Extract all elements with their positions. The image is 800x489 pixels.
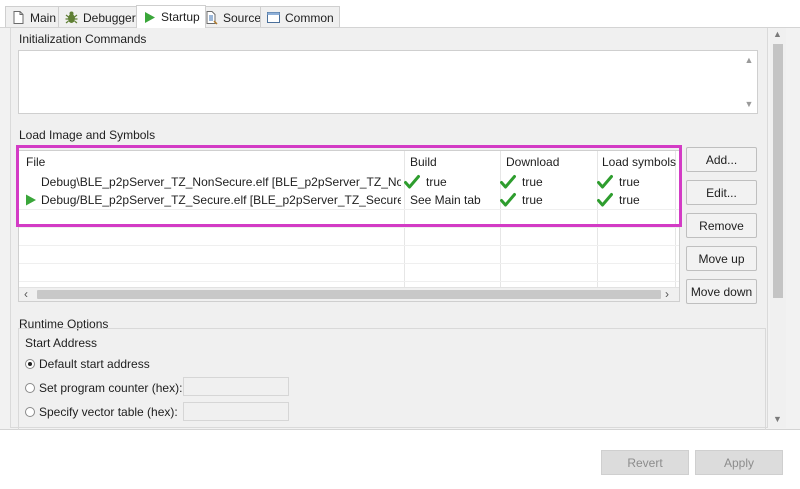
scroll-up-icon[interactable]: ▲ xyxy=(745,55,754,65)
move-up-button[interactable]: Move up xyxy=(686,246,757,271)
init-commands-scrollbar[interactable]: ▲ ▼ xyxy=(741,51,757,113)
revert-button[interactable]: Revert xyxy=(601,450,689,475)
radio-button[interactable] xyxy=(25,359,35,369)
tab-label: Common xyxy=(285,10,334,25)
window-icon xyxy=(266,10,281,25)
checkmark-icon xyxy=(404,175,420,189)
checkmark-icon xyxy=(597,193,613,207)
column-header-download[interactable]: Download xyxy=(506,153,591,171)
checkmark-icon xyxy=(500,175,516,189)
option-label: Default start address xyxy=(39,357,150,371)
column-header-file[interactable]: File xyxy=(26,153,396,171)
table-row[interactable]: Debug/BLE_p2pServer_TZ_Secure.elf [BLE_p… xyxy=(19,191,679,209)
scrollbar-thumb[interactable] xyxy=(773,44,783,298)
checkmark-icon xyxy=(500,193,516,207)
scroll-down-icon[interactable]: ▼ xyxy=(773,414,782,424)
row-download-cell: true xyxy=(500,191,596,209)
apply-button[interactable]: Apply xyxy=(695,450,783,475)
scroll-left-icon[interactable]: ‹ xyxy=(24,287,28,301)
column-header-build[interactable]: Build xyxy=(410,153,495,171)
row-load-symbols: true xyxy=(619,193,640,207)
source-icon xyxy=(204,10,219,25)
file-icon xyxy=(11,10,26,25)
tab-label: Main xyxy=(30,10,57,25)
tab-label: Startup xyxy=(161,10,200,24)
edit-button[interactable]: Edit... xyxy=(686,180,757,205)
program-counter-field[interactable] xyxy=(183,377,289,396)
bug-icon xyxy=(64,10,79,25)
tab-label: Debugger xyxy=(83,10,136,25)
tab-startup[interactable]: Startup xyxy=(136,5,206,28)
scrollbar-thumb[interactable] xyxy=(37,290,661,299)
tab-main[interactable]: Main xyxy=(5,6,63,28)
scroll-right-icon[interactable]: › xyxy=(665,287,669,301)
remove-button[interactable]: Remove xyxy=(686,213,757,238)
init-commands-label: Initialization Commands xyxy=(19,32,147,46)
load-image-label: Load Image and Symbols xyxy=(19,128,156,142)
add-button[interactable]: Add... xyxy=(686,147,757,172)
row-download: true xyxy=(522,193,543,207)
table-header: File Build Download Load symbols xyxy=(19,153,679,171)
play-icon xyxy=(142,10,157,25)
row-build: true xyxy=(426,175,447,189)
default-start-address-option[interactable]: Default start address xyxy=(25,357,150,371)
specify-vector-table-option[interactable]: Specify vector table (hex): xyxy=(25,405,178,419)
tab-common[interactable]: Common xyxy=(260,6,340,28)
move-down-button[interactable]: Move down xyxy=(686,279,757,304)
row-load-symbols-cell: true xyxy=(597,173,675,191)
row-load-symbols-cell: true xyxy=(597,191,675,209)
option-label: Set program counter (hex): xyxy=(39,381,183,395)
load-image-table[interactable]: File Build Download Load symbols Debug\B… xyxy=(18,150,680,302)
checkmark-icon xyxy=(597,175,613,189)
radio-button[interactable] xyxy=(25,383,35,393)
table-horizontal-scrollbar[interactable]: ‹ › xyxy=(19,287,679,301)
scroll-down-icon[interactable]: ▼ xyxy=(745,99,754,109)
row-build: See Main tab xyxy=(410,193,481,207)
set-program-counter-option[interactable]: Set program counter (hex): xyxy=(25,381,182,395)
table-row[interactable]: Debug\BLE_p2pServer_TZ_NonSecure.elf [BL… xyxy=(19,173,679,191)
tab-bar: Main Debugger Startup Source Common xyxy=(0,0,800,28)
column-header-load-symbols[interactable]: Load symbols xyxy=(602,153,677,171)
row-load-symbols: true xyxy=(619,175,640,189)
main-image-icon xyxy=(24,191,40,209)
init-commands-textarea[interactable]: ▲ ▼ xyxy=(18,50,758,114)
tab-debugger[interactable]: Debugger xyxy=(58,6,142,28)
vector-table-field[interactable] xyxy=(183,402,289,421)
page-vertical-scrollbar[interactable]: ▲ ▼ xyxy=(770,28,786,428)
row-file: Debug\BLE_p2pServer_TZ_NonSecure.elf [BL… xyxy=(41,175,401,189)
option-label: Specify vector table (hex): xyxy=(39,405,178,419)
scroll-up-icon[interactable]: ▲ xyxy=(773,29,782,39)
radio-button[interactable] xyxy=(25,407,35,417)
row-file: Debug/BLE_p2pServer_TZ_Secure.elf [BLE_p… xyxy=(41,193,401,207)
tab-label: Source xyxy=(223,10,262,25)
tab-source[interactable]: Source xyxy=(198,6,268,28)
row-download: true xyxy=(522,175,543,189)
row-build-cell: true xyxy=(404,173,498,191)
start-address-label: Start Address xyxy=(25,336,98,350)
row-download-cell: true xyxy=(500,173,596,191)
